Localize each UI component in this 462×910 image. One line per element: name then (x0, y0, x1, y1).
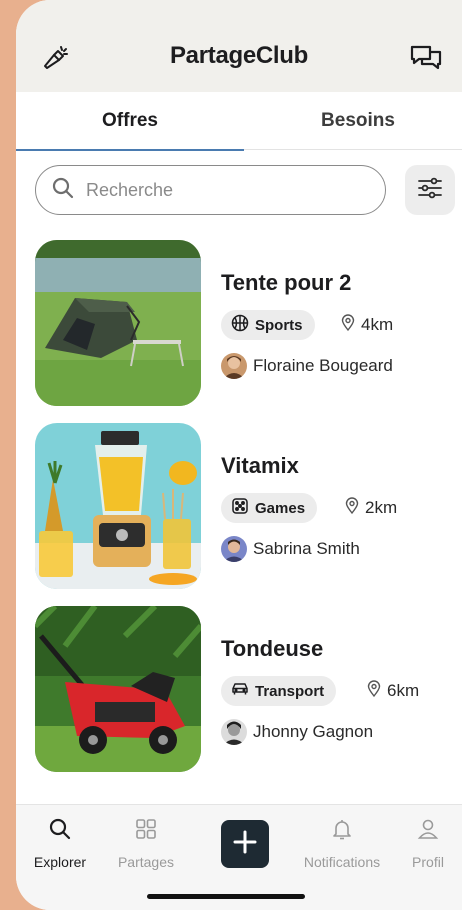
search-icon (52, 177, 74, 204)
plus-icon (232, 829, 258, 860)
app-header: PartageClub (16, 0, 462, 92)
nav-label: Partages (117, 854, 175, 870)
distance-value: 4km (361, 315, 394, 334)
item-image-tent (35, 240, 201, 406)
owner[interactable]: Floraine Bougeard (221, 352, 393, 380)
list-item[interactable]: Tente pour 2 Sports 4km Floraine Bougear… (35, 240, 455, 406)
search-bar[interactable] (35, 165, 386, 215)
category-label: Games (255, 499, 306, 517)
basketball-icon (231, 314, 255, 336)
chat-bubbles-icon[interactable] (408, 40, 444, 76)
car-icon (231, 680, 255, 702)
item-image-lawnmower (35, 606, 201, 772)
grid-icon (134, 817, 158, 846)
dice-icon (231, 497, 255, 519)
list-item[interactable]: Vitamix Games 2km Sabrina Smith (35, 423, 455, 589)
filter-button[interactable] (405, 165, 455, 215)
search-input[interactable] (86, 179, 366, 201)
user-icon (416, 817, 440, 846)
app-title: PartageClub (169, 42, 309, 69)
app-screen: PartageClub Offres Besoins Recherche Ten… (16, 0, 462, 910)
distance: 4km (339, 310, 393, 340)
item-image-blender (35, 423, 201, 589)
distance: 6km (365, 676, 419, 706)
owner-name: Jhonny Gagnon (253, 722, 374, 741)
nav-partages[interactable]: Partages (101, 817, 191, 870)
category-badge: Games (221, 493, 318, 523)
nav-profil[interactable]: Profil (383, 817, 462, 870)
home-indicator[interactable] (147, 894, 305, 899)
category-badge: Transport (221, 676, 337, 706)
nav-explorer[interactable]: Explorer (16, 817, 105, 870)
nav-label: Profil (412, 854, 444, 870)
distance: 2km (343, 493, 397, 523)
avatar (221, 353, 247, 379)
tab-besoins[interactable]: Besoins (244, 92, 462, 150)
tab-offres[interactable]: Offres (16, 92, 244, 151)
tab-bar: Offres Besoins (16, 92, 462, 151)
nav-label: Explorer (33, 854, 87, 870)
location-pin-icon (343, 496, 365, 520)
category-label: Transport (255, 682, 325, 700)
add-item-button[interactable] (221, 820, 269, 868)
location-pin-icon (339, 313, 361, 337)
search-icon (48, 817, 72, 846)
distance-value: 2km (365, 498, 398, 517)
owner-name: Floraine Bougeard (253, 356, 393, 375)
sliders-icon (417, 176, 443, 205)
location-pin-icon (365, 679, 387, 703)
item-title: Tondeuse (221, 636, 324, 661)
list-item[interactable]: Tondeuse Transport 6km Jhonny Gagnon (35, 606, 455, 772)
bell-icon (330, 817, 354, 846)
owner[interactable]: Sabrina Smith (221, 535, 360, 563)
category-badge: Sports (221, 310, 315, 340)
item-title: Vitamix (221, 453, 299, 478)
avatar (221, 536, 247, 562)
owner[interactable]: Jhonny Gagnon (221, 718, 373, 746)
owner-name: Sabrina Smith (253, 539, 360, 558)
item-title: Tente pour 2 (221, 270, 352, 295)
category-label: Sports (255, 316, 303, 334)
nav-notifications[interactable]: Notifications (297, 817, 387, 870)
nav-label: Notifications (303, 854, 381, 870)
avatar (221, 719, 247, 745)
distance-value: 6km (387, 681, 420, 700)
